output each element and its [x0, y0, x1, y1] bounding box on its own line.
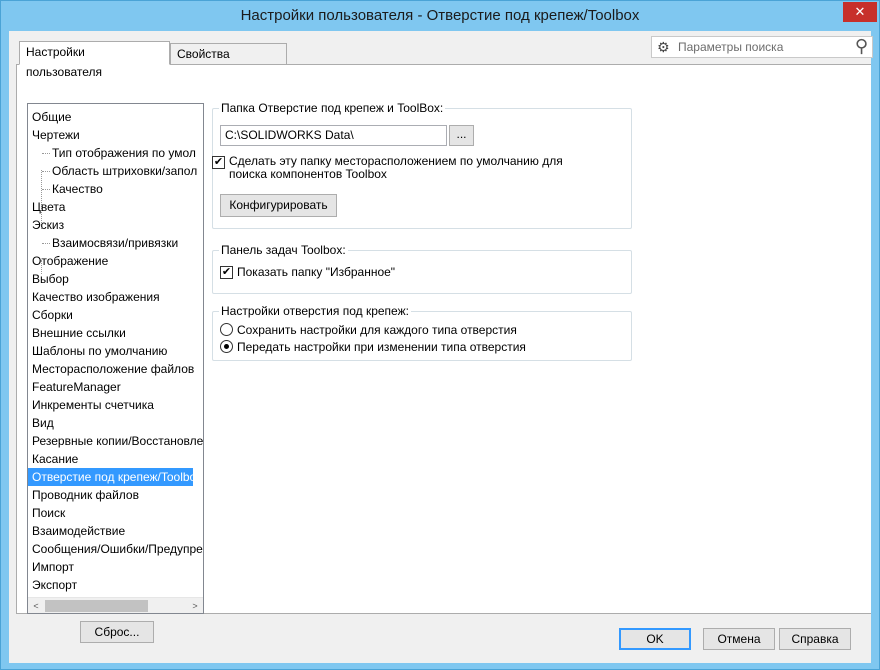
search-icon[interactable]: ⚲	[855, 36, 868, 57]
hole-settings-group-title: Настройки отверстия под крепеж:	[219, 304, 411, 318]
save-per-type-radio[interactable]	[220, 323, 233, 336]
tab-document-properties[interactable]: Свойства документа	[170, 43, 287, 81]
tree-item[interactable]: Резервные копии/Восстановление	[28, 432, 203, 450]
tree-item[interactable]: Взаимодействие	[28, 522, 125, 540]
show-favorites-label: Показать папку "Избранное"	[237, 265, 396, 279]
tree-item[interactable]: Импорт	[28, 558, 74, 576]
tree-item[interactable]: Внешние ссылки	[28, 324, 126, 342]
help-button[interactable]: Справка	[779, 628, 851, 650]
tree-item[interactable]: Сборки	[28, 306, 73, 324]
scroll-left-arrow[interactable]: <	[28, 598, 44, 613]
default-location-label-line2: поиска компонентов Toolbox	[229, 167, 387, 181]
scroll-right-arrow[interactable]: >	[187, 598, 203, 613]
tab-panel: < > Общие Чертежи Тип отображения по умол О…	[16, 64, 871, 643]
options-tree[interactable]: < > Общие Чертежи Тип отображения по умол О…	[27, 103, 204, 614]
title-bar: Настройки пользователя - Отверстие под к…	[1, 1, 879, 31]
tree-item[interactable]: Проводник файлов	[28, 486, 139, 504]
tree-item[interactable]: Вид	[28, 414, 54, 432]
tree-item[interactable]: Экспорт	[28, 576, 77, 594]
tree-item[interactable]: Общие	[28, 108, 71, 126]
tree-connector	[42, 153, 50, 154]
tab-user-settings[interactable]: Настройки пользователя	[19, 41, 170, 79]
tree-item[interactable]: Эскиз	[28, 216, 64, 234]
scrollbar-thumb[interactable]	[45, 600, 148, 612]
tree-item[interactable]: Область штриховки/запол	[28, 162, 197, 180]
cancel-button[interactable]: Отмена	[703, 628, 775, 650]
search-input[interactable]: Параметры поиска	[678, 40, 783, 54]
horizontal-scrollbar[interactable]: < >	[28, 597, 203, 613]
browse-button[interactable]: ...	[449, 125, 474, 146]
tree-item[interactable]: Инкременты счетчика	[28, 396, 154, 414]
tree-item[interactable]: Сообщения/Ошибки/Предупреждения	[28, 540, 203, 558]
show-favorites-checkbox[interactable]: ✔	[220, 266, 233, 279]
tree-item[interactable]: Взаимосвязи/привязки	[28, 234, 178, 252]
tree-item[interactable]: Отверстие под крепеж/Toolbox	[28, 468, 202, 486]
tree-item[interactable]: Выбор	[28, 270, 69, 288]
save-per-type-label: Сохранить настройки для каждого типа отв…	[237, 323, 517, 337]
tree-connector	[42, 171, 50, 172]
dialog-client: Настройки пользователя Свойства документ…	[9, 31, 873, 663]
toolbox-path-input[interactable]: C:\SOLIDWORKS Data\	[220, 125, 447, 146]
transfer-settings-label: Передать настройки при изменении типа от…	[237, 340, 526, 354]
search-box[interactable]: ⚙ Параметры поиска ⚲	[651, 36, 873, 58]
tree-item[interactable]: Шаблоны по умолчанию	[28, 342, 167, 360]
close-icon: ✕	[854, 4, 866, 19]
transfer-settings-radio[interactable]	[220, 340, 233, 353]
folder-group-title: Папка Отверстие под крепеж и ToolBox:	[219, 101, 446, 115]
tree-item[interactable]: Месторасположение файлов	[28, 360, 194, 378]
configure-button[interactable]: Конфигурировать	[220, 194, 337, 217]
gear-icon[interactable]: ⚙	[657, 39, 670, 56]
default-location-label-line1: Сделать эту папку месторасположением по …	[229, 154, 563, 168]
window-title: Настройки пользователя - Отверстие под к…	[240, 7, 640, 24]
tree-item[interactable]: Тип отображения по умол	[28, 144, 196, 162]
tree-item[interactable]: Чертежи	[28, 126, 80, 144]
tree-item[interactable]: Цвета	[28, 198, 65, 216]
close-button[interactable]: ✕	[843, 2, 877, 22]
reset-button[interactable]: Сброс...	[80, 621, 154, 643]
tree-item[interactable]: Поиск	[28, 504, 65, 522]
taskpane-group-title: Панель задач Toolbox:	[219, 243, 348, 257]
tree-item[interactable]: FeatureManager	[28, 378, 121, 396]
tree-connector	[42, 243, 50, 244]
dialog-window: Настройки пользователя - Отверстие под к…	[0, 0, 880, 670]
tree-item[interactable]: Качество	[28, 180, 103, 198]
tree-connector	[42, 189, 50, 190]
default-location-checkbox[interactable]: ✔	[212, 156, 225, 169]
tree-item[interactable]: Отображение	[28, 252, 108, 270]
ok-button[interactable]: OK	[619, 628, 691, 650]
tree-item[interactable]: Качество изображения	[28, 288, 160, 306]
tree-item[interactable]: Касание	[28, 450, 78, 468]
